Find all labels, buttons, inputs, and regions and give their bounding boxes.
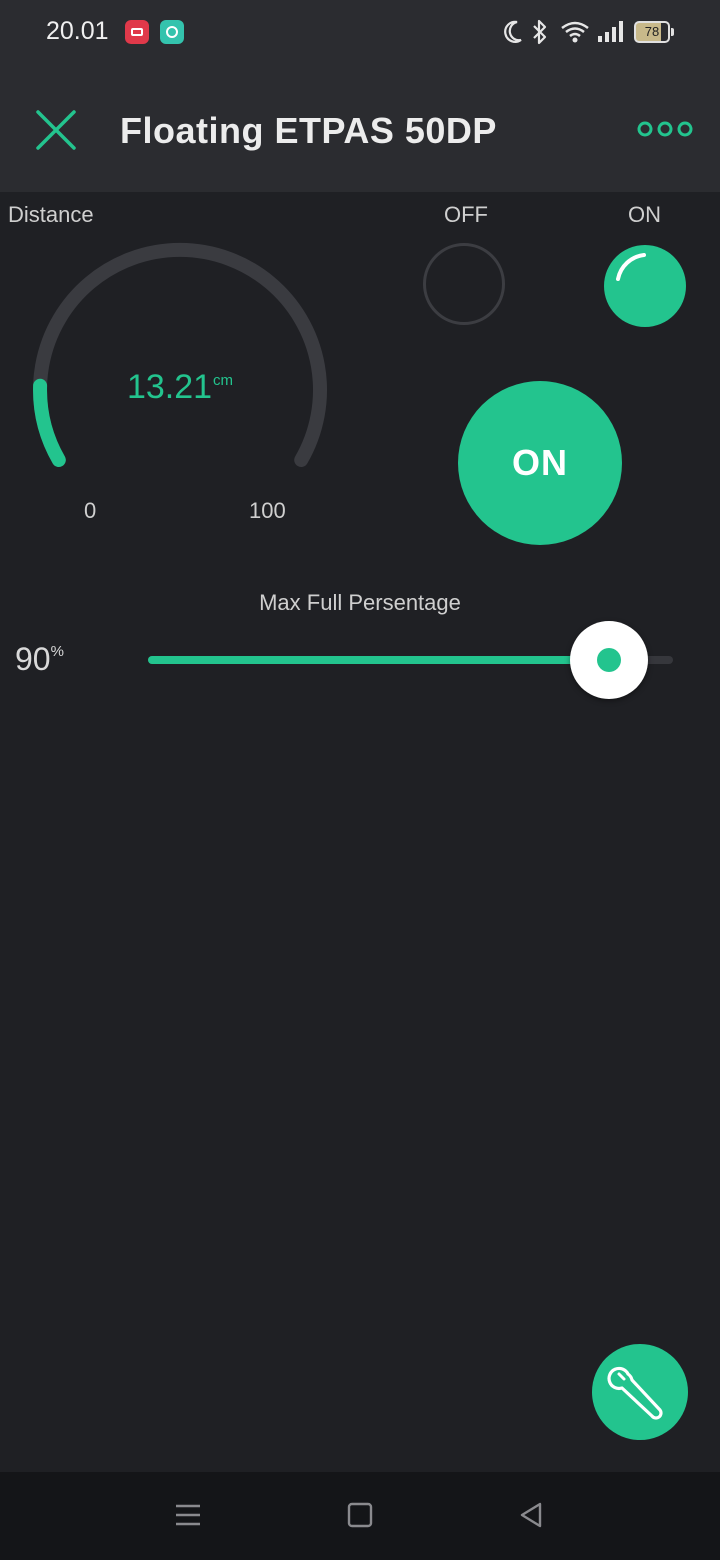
signal-icon — [598, 21, 623, 42]
more-horizontal-icon[interactable] — [636, 116, 694, 142]
battery-level: 78 — [644, 24, 660, 39]
status-bar: 20.01 78 — [0, 0, 720, 66]
battery-icon: 78 — [634, 21, 674, 43]
bluetooth-icon — [533, 19, 547, 45]
system-nav-bar — [0, 1472, 720, 1560]
on-button[interactable]: ON — [458, 381, 622, 545]
slider-value: 90% — [15, 641, 64, 678]
slider-title: Max Full Persentage — [259, 590, 461, 615]
gauge-label: Distance — [8, 202, 94, 227]
led-off-label: OFF — [444, 202, 488, 227]
menu-icon[interactable] — [174, 1500, 202, 1530]
home-icon[interactable] — [346, 1500, 374, 1530]
slider-handle[interactable] — [569, 621, 648, 699]
app-bar: Floating ETPAS 50DP — [0, 66, 720, 192]
media-icon — [160, 20, 184, 44]
back-icon[interactable] — [518, 1500, 546, 1530]
led-on-label: ON — [628, 202, 661, 227]
gauge-track — [33, 242, 327, 467]
slider-fill — [148, 656, 621, 664]
led-off-indicator — [423, 243, 505, 325]
gauge-max-label: 100 — [249, 498, 286, 523]
do-not-disturb-moon-icon — [504, 20, 522, 43]
wrench-icon — [607, 1366, 663, 1420]
screen-recorder-icon — [125, 20, 149, 44]
settings-fab-button[interactable] — [592, 1344, 688, 1440]
gauge-value: 13.21cm — [80, 368, 280, 407]
slider-value-unit: % — [50, 643, 64, 660]
gauge-value-number: 13.21 — [126, 368, 213, 406]
close-icon[interactable] — [32, 106, 80, 154]
gauge-unit: cm — [213, 372, 234, 389]
status-time: 20.01 — [46, 17, 109, 45]
slider-value-number: 90 — [15, 641, 51, 677]
led-shine-icon — [616, 253, 646, 281]
wifi-icon — [561, 21, 589, 43]
gauge-min-label: 0 — [84, 498, 97, 523]
page-title: Floating ETPAS 50DP — [120, 110, 497, 151]
led-on-indicator — [604, 245, 686, 327]
gauge-fill — [33, 378, 66, 467]
